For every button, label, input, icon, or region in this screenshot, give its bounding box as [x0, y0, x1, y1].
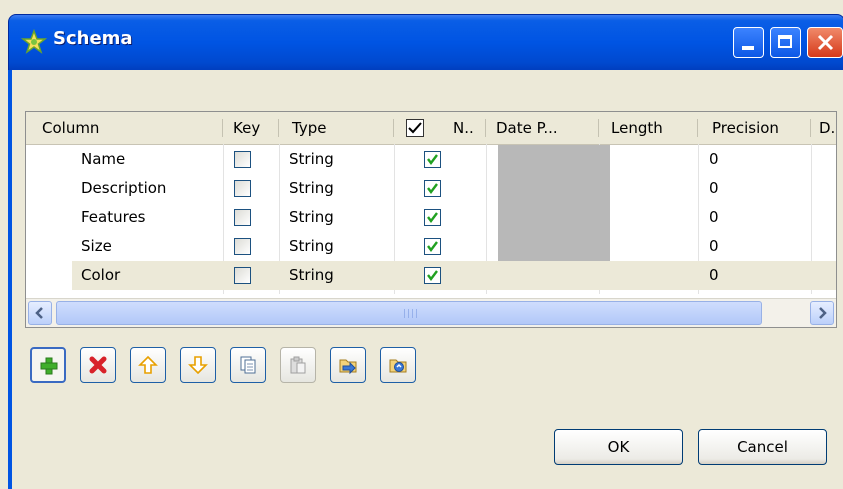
key-checkbox[interactable] [234, 151, 251, 168]
column-name-cell[interactable]: Name [81, 145, 125, 174]
schema-dialog: Schema Column Key Type N.. Date P... Len… [0, 0, 843, 489]
scroll-thumb[interactable]: |||| [56, 301, 762, 325]
precision-cell[interactable]: 0 [709, 232, 719, 261]
remove-icon [89, 356, 107, 374]
table-row-selected[interactable]: Color String 0 [26, 261, 836, 290]
column-header-key[interactable]: Key [223, 112, 279, 144]
key-checkbox[interactable] [234, 209, 251, 226]
nullable-checkbox[interactable] [424, 180, 441, 197]
type-cell[interactable]: String [289, 145, 334, 174]
column-name-cell[interactable]: Color [81, 261, 120, 290]
move-up-button[interactable] [130, 347, 166, 383]
nullable-checkbox[interactable] [424, 209, 441, 226]
precision-cell[interactable]: 0 [709, 261, 719, 290]
column-name-cell[interactable]: Features [81, 203, 146, 232]
horizontal-scrollbar[interactable]: |||| [26, 298, 836, 327]
checkmark-icon [427, 183, 438, 194]
paste-button[interactable] [280, 347, 316, 383]
move-down-button[interactable] [180, 347, 216, 383]
date-pattern-cell [498, 174, 610, 203]
key-checkbox[interactable] [234, 267, 251, 284]
scroll-right-button[interactable] [810, 301, 834, 325]
minimize-button[interactable] [733, 27, 764, 58]
paste-icon [290, 356, 306, 374]
column-header-null-checkbox[interactable] [406, 112, 426, 144]
column-header-column[interactable]: Column [26, 112, 223, 144]
export-icon [389, 359, 407, 373]
grip-icon: |||| [403, 309, 420, 319]
copy-button[interactable] [230, 347, 266, 383]
checkbox-checked-icon [406, 119, 424, 137]
move-up-icon [138, 355, 158, 374]
date-pattern-cell [498, 232, 610, 261]
checkmark-icon [427, 270, 438, 281]
date-pattern-cell [498, 145, 610, 174]
column-header-nullable[interactable]: N.. [441, 112, 486, 144]
type-cell[interactable]: String [289, 232, 334, 261]
column-name-cell[interactable]: Size [81, 232, 112, 261]
remove-button[interactable] [80, 347, 116, 383]
chevron-left-icon [35, 307, 43, 319]
cancel-button[interactable]: Cancel [698, 429, 827, 465]
window-title: Schema [53, 28, 133, 49]
add-icon [40, 357, 58, 375]
schema-table[interactable]: Column Key Type N.. Date P... Length Pre… [25, 111, 837, 328]
maximize-button[interactable] [770, 27, 801, 58]
date-pattern-cell [498, 203, 610, 232]
export-button[interactable] [380, 347, 416, 383]
precision-cell[interactable]: 0 [709, 203, 719, 232]
precision-cell[interactable]: 0 [709, 174, 719, 203]
checkmark-icon [427, 154, 438, 165]
move-down-icon [188, 356, 208, 375]
copy-icon [240, 356, 256, 374]
add-button[interactable] [30, 347, 66, 383]
key-checkbox[interactable] [234, 180, 251, 197]
column-header-precision[interactable]: Precision [698, 112, 811, 144]
type-cell[interactable]: String [289, 174, 334, 203]
type-cell[interactable]: String [289, 203, 334, 232]
table-row[interactable]: Description String 0 [26, 174, 836, 203]
column-header-default[interactable]: D. [811, 112, 836, 144]
dialog-body: Column Key Type N.. Date P... Length Pre… [12, 70, 843, 489]
table-row[interactable]: Size String 0 [26, 232, 836, 261]
column-name-cell[interactable]: Description [81, 174, 166, 203]
close-button[interactable] [807, 27, 843, 58]
title-bar[interactable]: Schema [8, 14, 843, 71]
minimize-icon [742, 46, 754, 50]
table-header: Column Key Type N.. Date P... Length Pre… [26, 112, 836, 145]
column-header-date-pattern[interactable]: Date P... [486, 112, 599, 144]
nullable-checkbox[interactable] [424, 238, 441, 255]
star-icon [21, 29, 47, 54]
table-row[interactable]: Features String 0 [26, 203, 836, 232]
checkmark-icon [427, 241, 438, 252]
table-row[interactable]: Name String 0 [26, 145, 836, 174]
checkmark-icon [427, 212, 438, 223]
maximize-icon [778, 35, 792, 48]
row-marker [26, 261, 72, 290]
scroll-left-button[interactable] [28, 301, 52, 325]
precision-cell[interactable]: 0 [709, 145, 719, 174]
type-cell[interactable]: String [289, 261, 334, 290]
nullable-checkbox[interactable] [424, 151, 441, 168]
import-button[interactable] [330, 347, 366, 383]
close-icon [817, 34, 834, 51]
import-icon [339, 359, 357, 375]
column-header-type[interactable]: Type [279, 112, 394, 144]
ok-button[interactable]: OK [554, 429, 683, 465]
column-header-length[interactable]: Length [599, 112, 698, 144]
chevron-right-icon [819, 307, 827, 319]
key-checkbox[interactable] [234, 238, 251, 255]
nullable-checkbox[interactable] [424, 267, 441, 284]
